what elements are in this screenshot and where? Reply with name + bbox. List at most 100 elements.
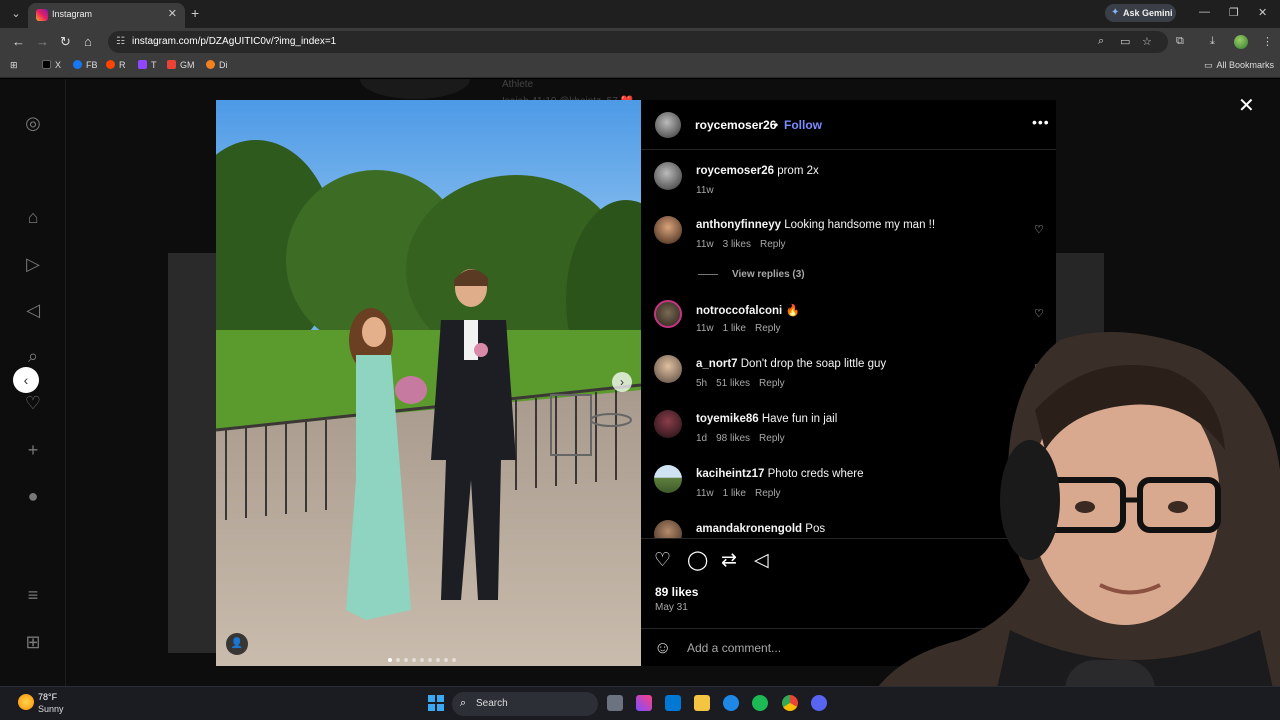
comment-username[interactable]: kaciheintz17 <box>696 468 764 480</box>
reply-button[interactable]: Reply <box>759 378 785 389</box>
comment-username[interactable]: roycemoser26 <box>696 165 774 177</box>
follow-button[interactable]: Follow <box>784 118 822 132</box>
like-comment-icon[interactable]: ♡ <box>1034 223 1044 236</box>
tab-close-icon[interactable]: ✕ <box>168 7 177 20</box>
comment-time[interactable]: 1d <box>696 433 707 444</box>
avatar[interactable] <box>654 520 682 538</box>
comment-likes[interactable]: 51 likes <box>716 378 750 389</box>
weather-condition[interactable]: Sunny <box>38 704 64 714</box>
extensions-icon[interactable]: ⧉ <box>1176 35 1184 48</box>
forward-icon[interactable]: → <box>36 34 49 49</box>
home-nav-icon[interactable]: ⌂ <box>22 206 44 228</box>
bookmark-twitch[interactable]: T <box>138 60 157 70</box>
cast-icon[interactable]: ▭ <box>1120 35 1130 48</box>
start-button[interactable] <box>428 695 444 711</box>
new-tab-icon[interactable]: + <box>191 5 199 21</box>
comment-likes[interactable]: 3 likes <box>723 239 751 250</box>
tagged-users-icon[interactable]: 👤 <box>226 633 248 655</box>
discord-icon[interactable] <box>811 695 827 711</box>
likes-count[interactable]: 89 likes <box>655 585 698 599</box>
comment-time[interactable]: 5h <box>696 378 707 389</box>
comment-username[interactable]: notroccofalconi <box>696 305 782 317</box>
profile-avatar-icon[interactable] <box>1234 35 1248 49</box>
comment-icon[interactable]: ◯ <box>687 549 708 572</box>
reply-button[interactable]: Reply <box>755 488 781 499</box>
ask-gemini-button[interactable]: ✦ Ask Gemini <box>1105 4 1176 22</box>
address-bar[interactable]: ☷ instagram.com/p/DZAgUITIC0v/?img_index… <box>108 31 1168 53</box>
more-options-icon[interactable]: ••• <box>1032 114 1050 130</box>
bookmark-reddit[interactable]: R <box>106 60 126 70</box>
weather-sun-icon[interactable] <box>18 694 34 710</box>
taskbar-search[interactable]: ⌕ Search <box>452 692 598 716</box>
file-explorer-icon[interactable] <box>694 695 710 711</box>
comment-username[interactable]: a_nort7 <box>696 358 738 370</box>
avatar[interactable] <box>654 300 682 328</box>
close-modal-icon[interactable]: ✕ <box>1238 93 1255 118</box>
avatar[interactable] <box>654 410 682 438</box>
next-photo-icon[interactable]: › <box>612 372 632 392</box>
previous-post-icon[interactable]: ‹ <box>13 367 39 393</box>
like-icon[interactable]: ♡ <box>654 549 671 572</box>
window-close-icon[interactable]: ✕ <box>1258 6 1267 19</box>
comment-username[interactable]: amandakronengold <box>696 523 802 535</box>
home-icon[interactable]: ⌂ <box>84 34 92 49</box>
profile-nav-icon[interactable]: ● <box>22 485 44 507</box>
bookmark-gmail[interactable]: GM <box>167 60 195 70</box>
post-author-username[interactable]: roycemoser26 <box>695 118 776 132</box>
spotify-icon[interactable] <box>752 695 768 711</box>
reply-button[interactable]: Reply <box>759 433 785 444</box>
chrome-menu-icon[interactable]: ⋮ <box>1262 35 1273 48</box>
site-info-icon[interactable]: ☷ <box>116 36 125 47</box>
bookmark-star-icon[interactable]: ☆ <box>1142 35 1152 48</box>
comment-time[interactable]: 11w <box>696 239 714 250</box>
comment-username[interactable]: anthonyfinneyy <box>696 219 781 231</box>
search-nav-icon[interactable]: ⌕ <box>22 345 44 367</box>
more-menu-icon[interactable]: ≡ <box>22 584 44 606</box>
avatar[interactable] <box>654 355 682 383</box>
task-view-icon[interactable] <box>607 695 623 711</box>
comment-likes[interactable]: 1 like <box>723 323 746 334</box>
instagram-logo-icon[interactable]: ◎ <box>22 112 44 134</box>
copilot-icon[interactable] <box>636 695 652 711</box>
zoom-icon[interactable]: ⌕ <box>1098 35 1104 48</box>
apps-grid-icon[interactable]: ⊞ <box>10 60 18 71</box>
create-nav-icon[interactable]: + <box>22 439 44 461</box>
bookmark-di[interactable]: Di <box>206 60 228 70</box>
apps-nav-icon[interactable]: ⊞ <box>22 631 44 653</box>
comment-time[interactable]: 11w <box>696 488 714 499</box>
comment-likes[interactable]: 1 like <box>723 488 746 499</box>
notifications-nav-icon[interactable]: ♡ <box>22 392 44 414</box>
view-replies-button[interactable]: View replies (3) <box>698 269 898 280</box>
bookmark-x[interactable]: X <box>42 60 61 70</box>
bookmark-fb[interactable]: FB <box>73 60 98 70</box>
download-icon[interactable]: ⤓ <box>1210 35 1215 48</box>
post-photo[interactable]: › 👤 <box>216 100 641 666</box>
repost-icon[interactable]: ⇄ <box>721 549 737 572</box>
emoji-icon[interactable]: ☺ <box>654 638 671 658</box>
minimize-icon[interactable]: — <box>1199 6 1210 18</box>
restore-icon[interactable]: ❐ <box>1229 6 1239 19</box>
like-comment-icon[interactable]: ♡ <box>1034 307 1044 320</box>
back-icon[interactable]: ← <box>12 34 25 49</box>
avatar[interactable] <box>654 162 682 190</box>
tab-search-icon[interactable]: ⌄ <box>8 6 24 22</box>
browser-tab[interactable]: Instagram ✕ <box>28 3 185 28</box>
chrome-icon[interactable] <box>782 695 798 711</box>
store-icon[interactable] <box>665 695 681 711</box>
share-icon[interactable]: ◁ <box>754 549 769 572</box>
avatar[interactable] <box>654 216 682 244</box>
comment-time[interactable]: 11w <box>696 323 714 334</box>
comment-time[interactable]: 11w <box>696 185 714 196</box>
comment-username[interactable]: toyemike86 <box>696 413 759 425</box>
all-bookmarks[interactable]: ▭ All Bookmarks <box>1204 60 1274 71</box>
weather-temperature[interactable]: 78°F <box>38 692 57 702</box>
avatar[interactable] <box>654 465 682 493</box>
reply-button[interactable]: Reply <box>760 239 786 250</box>
comment-likes[interactable]: 98 likes <box>716 433 750 444</box>
reload-icon[interactable]: ↻ <box>60 34 71 50</box>
messages-nav-icon[interactable]: ◁ <box>22 299 44 321</box>
app-icon[interactable] <box>723 695 739 711</box>
reply-button[interactable]: Reply <box>755 323 781 334</box>
reels-nav-icon[interactable]: ▷ <box>22 253 44 275</box>
avatar[interactable] <box>655 112 681 138</box>
